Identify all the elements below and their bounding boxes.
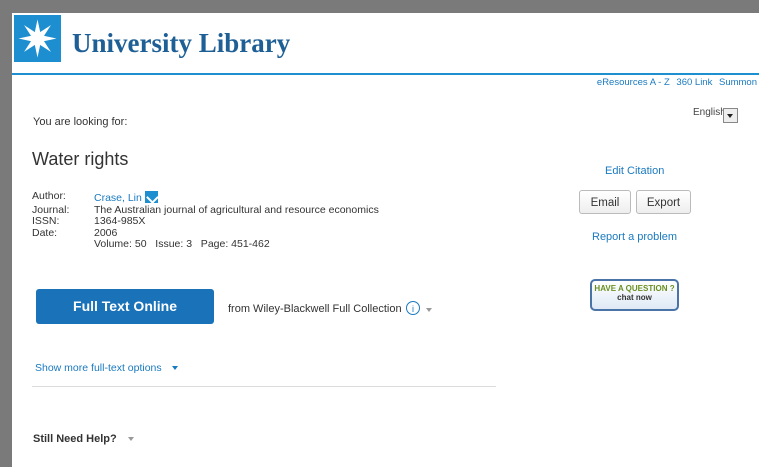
full-text-online-button[interactable]: Full Text Online <box>36 289 214 324</box>
issn-value: 1364-985X <box>94 215 146 227</box>
star-logo-icon <box>18 19 57 58</box>
show-more-options-link[interactable]: Show more full-text options <box>35 362 162 374</box>
email-button[interactable]: Email <box>579 190 631 214</box>
language-label[interactable]: English <box>693 107 726 118</box>
info-icon[interactable]: i <box>406 301 420 315</box>
author-search-icon[interactable] <box>144 191 158 203</box>
help-chevron-down-icon[interactable] <box>128 437 134 441</box>
chat-line2: chat now <box>617 293 652 302</box>
link-eresources[interactable]: eResources A - Z <box>597 77 670 88</box>
divider <box>32 386 496 387</box>
link-summon[interactable]: Summon <box>719 77 757 88</box>
language-dropdown-button[interactable] <box>723 108 738 123</box>
edit-citation-link[interactable]: Edit Citation <box>605 165 664 177</box>
chat-line1: HAVE A QUESTION ? <box>594 284 675 293</box>
author-label: Author: <box>32 190 66 202</box>
date-label: Date: <box>32 226 58 239</box>
chat-now-button[interactable]: HAVE A QUESTION ? chat now <box>590 279 679 311</box>
report-problem-link[interactable]: Report a problem <box>592 231 677 243</box>
more-options-chevron-down-icon[interactable] <box>172 366 178 370</box>
window-frame: University Library eResources A - Z 360 … <box>0 0 759 467</box>
site-title[interactable]: University Library <box>72 28 290 59</box>
top-links: eResources A - Z 360 Link Summon <box>593 77 757 88</box>
still-need-help-toggle[interactable]: Still Need Help? <box>33 433 117 445</box>
record-title: Water rights <box>32 149 129 169</box>
looking-for-label: You are looking for: <box>33 116 128 128</box>
author-link[interactable]: Crase, Lin <box>94 192 142 204</box>
citation-details: Author: Crase, Lin Journal: The Australi… <box>32 190 379 251</box>
issn-label: ISSN: <box>32 215 60 227</box>
link-360[interactable]: 360 Link <box>676 77 712 88</box>
page: University Library eResources A - Z 360 … <box>12 13 759 467</box>
full-text-source: from Wiley-Blackwell Full Collection <box>228 303 402 315</box>
header-bar: University Library <box>12 13 759 75</box>
library-logo[interactable] <box>14 15 61 62</box>
volume-issue-page: Volume: 50 Issue: 3 Page: 451-462 <box>94 238 270 250</box>
source-chevron-down-icon[interactable] <box>426 308 432 312</box>
export-button[interactable]: Export <box>636 190 691 214</box>
show-more-options-label: Show more full-text options <box>35 362 162 374</box>
